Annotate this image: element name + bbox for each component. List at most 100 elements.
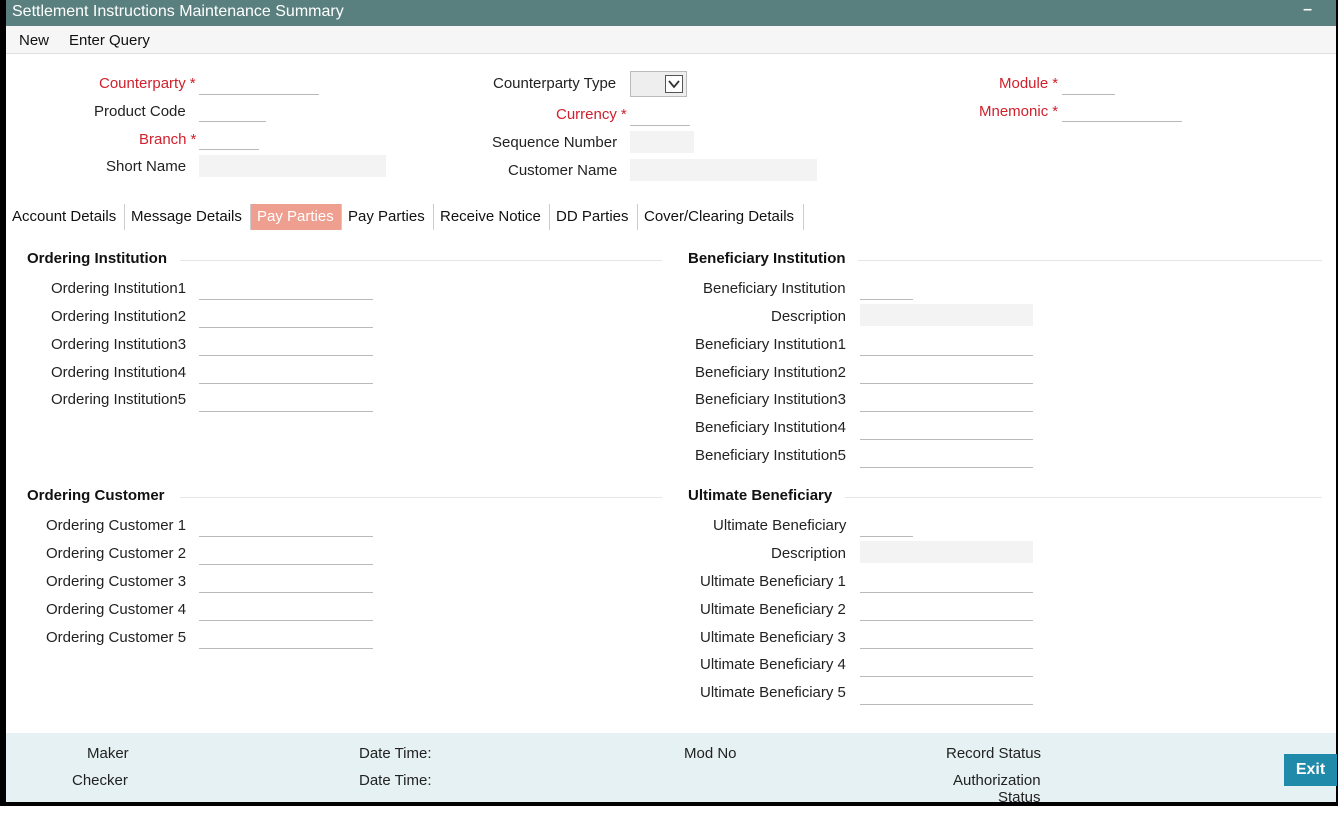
menu-bar: New Enter Query xyxy=(6,26,1336,54)
maker-date-time-label: Date Time: xyxy=(359,745,432,762)
ordering-institution-5-input[interactable] xyxy=(199,390,373,412)
ultimate-beneficiary-2-label: Ultimate Beneficiary 2 xyxy=(700,601,846,618)
ultimate-beneficiary-5-input[interactable] xyxy=(860,683,1033,705)
beneficiary-institution-3-label: Beneficiary Institution3 xyxy=(695,391,846,408)
counterparty-label: Counterparty * xyxy=(99,75,196,92)
beneficiary-institution-4-label: Beneficiary Institution4 xyxy=(695,419,846,436)
currency-input[interactable] xyxy=(630,104,690,126)
tab-dd-parties[interactable]: DD Parties xyxy=(550,204,638,230)
new-button[interactable]: New xyxy=(19,32,49,49)
ordering-institution-2-label: Ordering Institution2 xyxy=(51,308,187,325)
ultimate-beneficiary-input[interactable] xyxy=(860,515,913,537)
module-input[interactable] xyxy=(1062,73,1115,95)
ultimate-beneficiary-4-input[interactable] xyxy=(860,655,1033,677)
ordering-customer-4-input[interactable] xyxy=(199,599,373,621)
divider xyxy=(858,260,1322,261)
chevron-down-icon[interactable] xyxy=(665,75,683,93)
tab-pay-parties[interactable]: Pay Parties xyxy=(342,204,434,230)
mod-no-label: Mod No xyxy=(684,745,737,762)
record-status-label: Record Status xyxy=(946,745,1042,762)
divider xyxy=(180,260,662,261)
counterparty-input[interactable] xyxy=(199,73,319,95)
beneficiary-institution-5-label: Beneficiary Institution5 xyxy=(695,447,846,464)
ultimate-beneficiary-4-label: Ultimate Beneficiary 4 xyxy=(700,656,846,673)
beneficiary-institution-2-label: Beneficiary Institution2 xyxy=(695,364,846,381)
checker-date-time-label: Date Time: xyxy=(359,772,432,789)
currency-label: Currency * xyxy=(556,106,627,123)
ultimate-beneficiary-title: Ultimate Beneficiary xyxy=(688,487,833,504)
authorization-label: Authorization xyxy=(953,772,1041,789)
tab-cover-clearing-details[interactable]: Cover/Clearing Details xyxy=(638,204,804,230)
ordering-customer-2-input[interactable] xyxy=(199,543,373,565)
beneficiary-institution-1-input[interactable] xyxy=(860,334,1033,356)
ordering-customer-5-input[interactable] xyxy=(199,627,373,649)
beneficiary-institution-4-input[interactable] xyxy=(860,418,1033,440)
ordering-customer-4-label: Ordering Customer 4 xyxy=(46,601,187,618)
beneficiary-institution-label: Beneficiary Institution xyxy=(703,280,846,297)
ordering-institution-4-input[interactable] xyxy=(199,362,373,384)
ordering-customer-1-input[interactable] xyxy=(199,515,373,537)
beneficiary-description-field xyxy=(860,304,1033,326)
ordering-institution-1-label: Ordering Institution1 xyxy=(51,280,187,297)
short-name-label: Short Name xyxy=(106,158,187,175)
ultimate-beneficiary-1-input[interactable] xyxy=(860,571,1033,593)
tab-pay-parties-active[interactable]: Pay Parties xyxy=(251,204,342,230)
customer-name-field xyxy=(630,159,817,181)
beneficiary-description-label: Description xyxy=(771,308,847,325)
ordering-customer-3-label: Ordering Customer 3 xyxy=(46,573,187,590)
beneficiary-institution-1-label: Beneficiary Institution1 xyxy=(695,336,846,353)
audit-footer xyxy=(6,733,1336,802)
sequence-number-label: Sequence Number xyxy=(492,134,618,151)
product-code-label: Product Code xyxy=(94,103,186,120)
ordering-institution-3-input[interactable] xyxy=(199,334,373,356)
ordering-institution-title: Ordering Institution xyxy=(27,250,167,267)
module-label: Module * xyxy=(999,75,1059,92)
ordering-customer-title: Ordering Customer xyxy=(27,487,165,504)
beneficiary-institution-5-input[interactable] xyxy=(860,446,1033,468)
mnemonic-input[interactable] xyxy=(1062,100,1182,122)
title-bar: Settlement Instructions Maintenance Summ… xyxy=(6,0,1336,26)
ultimate-beneficiary-label: Ultimate Beneficiary xyxy=(713,517,847,534)
ultimate-description-label: Description xyxy=(771,545,847,562)
sequence-number-field xyxy=(630,131,694,153)
ordering-customer-2-label: Ordering Customer 2 xyxy=(46,545,187,562)
enter-query-button[interactable]: Enter Query xyxy=(69,32,150,49)
ordering-institution-4-label: Ordering Institution4 xyxy=(51,364,187,381)
maker-label: Maker xyxy=(87,745,129,762)
tab-account-details[interactable]: Account Details xyxy=(6,204,125,230)
ultimate-beneficiary-3-input[interactable] xyxy=(860,627,1033,649)
ultimate-beneficiary-2-input[interactable] xyxy=(860,599,1033,621)
ultimate-beneficiary-1-label: Ultimate Beneficiary 1 xyxy=(700,573,846,590)
branch-label: Branch * xyxy=(139,131,197,148)
beneficiary-institution-title: Beneficiary Institution xyxy=(688,250,846,267)
ordering-customer-5-label: Ordering Customer 5 xyxy=(46,629,187,646)
ordering-institution-5-label: Ordering Institution5 xyxy=(51,391,187,408)
ordering-institution-3-label: Ordering Institution3 xyxy=(51,336,187,353)
tab-receive-notice[interactable]: Receive Notice xyxy=(434,204,550,230)
checker-label: Checker xyxy=(72,772,128,789)
beneficiary-institution-2-input[interactable] xyxy=(860,362,1033,384)
tab-message-details[interactable]: Message Details xyxy=(125,204,251,230)
window-title: Settlement Instructions Maintenance Summ… xyxy=(12,3,344,20)
branch-input[interactable] xyxy=(199,128,259,150)
exit-button[interactable]: Exit xyxy=(1284,754,1337,786)
beneficiary-institution-input[interactable] xyxy=(860,278,913,300)
customer-name-label: Customer Name xyxy=(508,162,618,179)
product-code-input[interactable] xyxy=(199,100,266,122)
ordering-customer-3-input[interactable] xyxy=(199,571,373,593)
ordering-institution-2-input[interactable] xyxy=(199,306,373,328)
ordering-institution-1-input[interactable] xyxy=(199,278,373,300)
ultimate-beneficiary-5-label: Ultimate Beneficiary 5 xyxy=(700,684,846,701)
divider xyxy=(180,497,662,498)
authorization-status-label: Status xyxy=(998,789,1041,806)
counterparty-type-select[interactable] xyxy=(630,71,687,97)
beneficiary-institution-3-input[interactable] xyxy=(860,390,1033,412)
ordering-customer-1-label: Ordering Customer 1 xyxy=(46,517,187,534)
counterparty-type-label: Counterparty Type xyxy=(493,75,617,92)
divider xyxy=(845,497,1322,498)
mnemonic-label: Mnemonic * xyxy=(979,103,1059,120)
ultimate-beneficiary-3-label: Ultimate Beneficiary 3 xyxy=(700,629,846,646)
minimize-icon[interactable]: – xyxy=(1303,1,1312,19)
ultimate-description-field xyxy=(860,541,1033,563)
short-name-field xyxy=(199,155,386,177)
